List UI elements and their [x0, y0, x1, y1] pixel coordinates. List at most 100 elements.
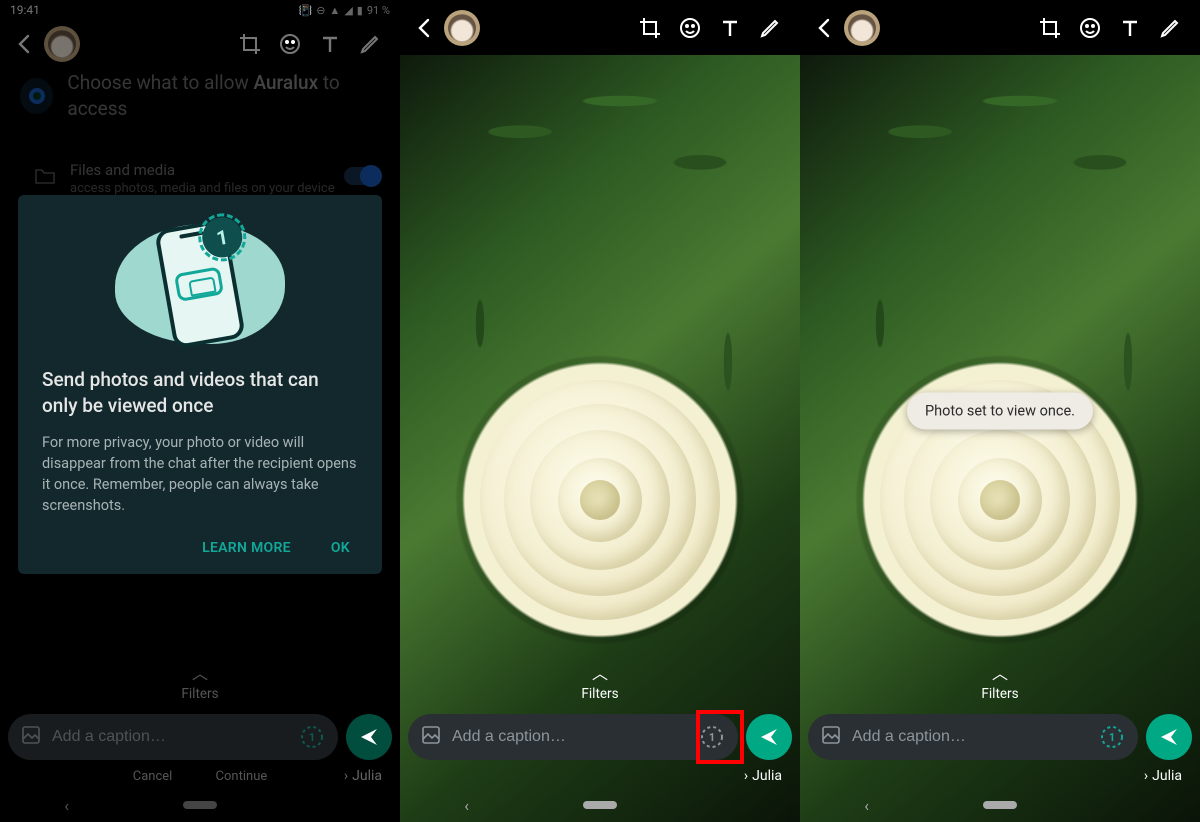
- caption-input-container[interactable]: 1: [8, 714, 338, 760]
- vibrate-icon: 📳: [299, 4, 313, 17]
- android-navbar: ‹: [0, 788, 400, 822]
- crop-icon: [1038, 16, 1062, 40]
- android-navbar: ‹: [400, 788, 800, 822]
- nav-back[interactable]: ‹: [400, 796, 533, 815]
- contact-avatar[interactable]: [444, 10, 480, 46]
- android-navbar: ‹: [800, 788, 1200, 822]
- chevron-right-icon: ›: [1144, 768, 1148, 784]
- gallery-icon[interactable]: [20, 724, 42, 750]
- battery-text: 91 %: [367, 4, 390, 17]
- gallery-icon[interactable]: [820, 724, 842, 750]
- contact-avatar[interactable]: [44, 26, 80, 62]
- signal-icon: ◢: [344, 4, 352, 17]
- preview-photo[interactable]: [800, 55, 1200, 822]
- text-icon: [318, 32, 342, 56]
- filters-label: Filters: [581, 686, 618, 702]
- emoji-button[interactable]: [270, 24, 310, 64]
- explainer-title: Send photos and videos that can only be …: [42, 367, 358, 418]
- arrow-left-icon: [413, 16, 437, 40]
- nav-back[interactable]: ‹: [800, 796, 933, 815]
- caption-input[interactable]: [852, 728, 1088, 746]
- caption-input-container[interactable]: 1: [408, 714, 738, 760]
- back-button[interactable]: [10, 32, 40, 56]
- contact-avatar[interactable]: [844, 10, 880, 46]
- chevron-up-icon: ︿: [400, 660, 800, 684]
- nav-home[interactable]: [133, 801, 266, 809]
- recipient-chip[interactable]: ›Julia: [744, 768, 782, 784]
- chevron-up-icon: ︿: [0, 660, 400, 684]
- nav-home[interactable]: [933, 801, 1066, 809]
- crop-button[interactable]: [1030, 8, 1070, 48]
- emoji-icon: [678, 16, 702, 40]
- send-icon: [758, 726, 780, 748]
- permission-dialog-buttons: Cancel Continue: [0, 769, 400, 784]
- status-bar: 19:41 📳 ⊖ ▲ ◢ ▮ 91 %: [0, 0, 400, 20]
- emoji-icon: [1078, 16, 1102, 40]
- screenshot-2-view-once-button: ︿ Filters 1 ›Julia ‹: [400, 0, 800, 822]
- draw-button[interactable]: [350, 24, 390, 64]
- draw-button[interactable]: [1150, 8, 1190, 48]
- ok-button[interactable]: OK: [331, 540, 350, 556]
- emoji-button[interactable]: [1070, 8, 1110, 48]
- status-time: 19:41: [10, 3, 40, 17]
- send-button[interactable]: [346, 714, 392, 760]
- wifi-icon: ▲: [329, 4, 340, 17]
- caption-input-container[interactable]: 1: [808, 714, 1138, 760]
- svg-text:1: 1: [1109, 731, 1115, 744]
- filters-handle[interactable]: ︿ Filters: [0, 660, 400, 702]
- chevron-right-icon: ›: [344, 768, 348, 784]
- explainer-illustration: 1: [42, 219, 358, 349]
- nav-home[interactable]: [533, 801, 666, 809]
- screenshot-1-view-once-intro: 19:41 📳 ⊖ ▲ ◢ ▮ 91 %: [0, 0, 400, 822]
- preview-photo[interactable]: [400, 55, 800, 822]
- back-button[interactable]: [410, 16, 440, 40]
- emoji-button[interactable]: [670, 8, 710, 48]
- explainer-body: For more privacy, your photo or video wi…: [42, 432, 358, 516]
- crop-icon: [238, 32, 262, 56]
- emoji-icon: [278, 32, 302, 56]
- back-button[interactable]: [810, 16, 840, 40]
- text-button[interactable]: [710, 8, 750, 48]
- caption-input[interactable]: [452, 728, 688, 746]
- editor-topbar: [0, 16, 400, 71]
- text-button[interactable]: [310, 24, 350, 64]
- editor-topbar: [800, 0, 1200, 55]
- view-once-toggle[interactable]: 1: [1098, 723, 1126, 751]
- draw-button[interactable]: [750, 8, 790, 48]
- arrow-left-icon: [813, 16, 837, 40]
- send-button[interactable]: [1146, 714, 1192, 760]
- continue-button[interactable]: Continue: [216, 769, 268, 784]
- pencil-icon: [758, 16, 782, 40]
- gallery-icon[interactable]: [420, 724, 442, 750]
- cancel-button[interactable]: Cancel: [133, 769, 173, 784]
- crop-button[interactable]: [630, 8, 670, 48]
- learn-more-button[interactable]: LEARN MORE: [202, 540, 291, 556]
- filters-handle[interactable]: ︿ Filters: [800, 660, 1200, 702]
- caption-input[interactable]: [52, 728, 288, 746]
- svg-text:1: 1: [309, 731, 315, 744]
- filters-handle[interactable]: ︿ Filters: [400, 660, 800, 702]
- editor-topbar: [400, 0, 800, 55]
- text-icon: [718, 16, 742, 40]
- send-icon: [1158, 726, 1180, 748]
- pencil-icon: [1158, 16, 1182, 40]
- filters-label: Filters: [181, 686, 218, 702]
- recipient-chip[interactable]: ›Julia: [1144, 768, 1182, 784]
- svg-text:1: 1: [709, 731, 715, 744]
- chevron-up-icon: ︿: [800, 660, 1200, 684]
- crop-icon: [638, 16, 662, 40]
- recipient-chip[interactable]: ›Julia: [344, 768, 382, 784]
- dnd-icon: ⊖: [316, 4, 325, 17]
- nav-back[interactable]: ‹: [0, 796, 133, 815]
- arrow-left-icon: [13, 32, 37, 56]
- pencil-icon: [358, 32, 382, 56]
- view-once-toggle[interactable]: 1: [298, 723, 326, 751]
- text-button[interactable]: [1110, 8, 1150, 48]
- screenshot-3-view-once-toast: Photo set to view once. ︿ Filters 1 ›Jul…: [800, 0, 1200, 822]
- view-once-toast: Photo set to view once.: [907, 393, 1093, 430]
- crop-button[interactable]: [230, 24, 270, 64]
- view-once-toggle[interactable]: 1: [698, 723, 726, 751]
- send-button[interactable]: [746, 714, 792, 760]
- send-icon: [358, 726, 380, 748]
- text-icon: [1118, 16, 1142, 40]
